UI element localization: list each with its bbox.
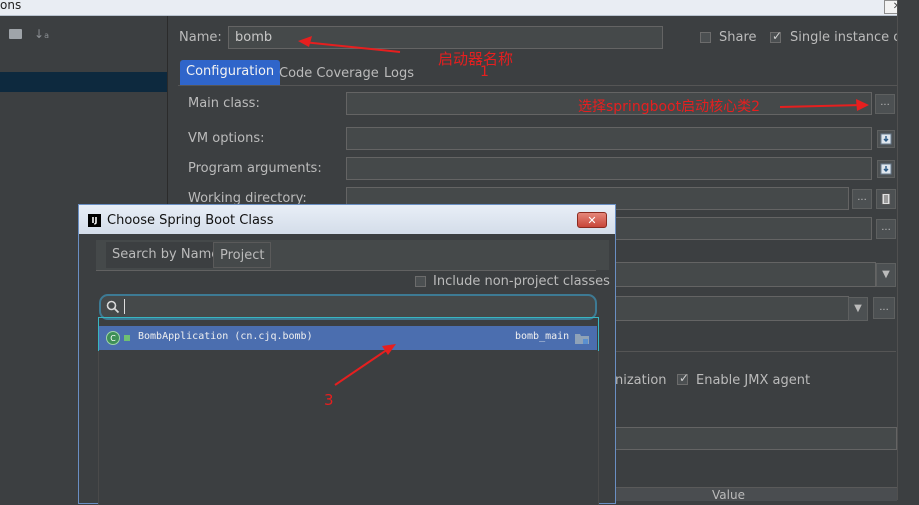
search-icon: [106, 300, 120, 314]
dialog-title: Choose Spring Boot Class: [107, 213, 274, 228]
dialog-close-button[interactable]: ✕: [577, 212, 607, 228]
annotation-number-1: 1: [480, 64, 489, 80]
results-list-area[interactable]: [98, 351, 599, 505]
search-caret: [124, 299, 125, 314]
tab-project[interactable]: Project: [213, 242, 272, 268]
annotation-main-class: 选择springboot启动核心类2: [578, 99, 760, 115]
dialog-tab-divider: [96, 270, 596, 271]
dialog-titlebar: IJ Choose Spring Boot Class ✕: [79, 205, 615, 234]
intellij-logo-icon: IJ: [88, 214, 101, 227]
annotation-launcher-name: 启动器名称: [438, 50, 514, 68]
annotation-number-3: 3: [324, 391, 334, 409]
tab-search-by-name[interactable]: Search by Name: [106, 242, 226, 268]
include-non-project-label: Include non-project classes: [433, 274, 610, 289]
include-non-project-checkbox[interactable]: [415, 276, 426, 287]
choose-spring-boot-class-dialog: IJ Choose Spring Boot Class ✕ Search by …: [78, 204, 616, 505]
